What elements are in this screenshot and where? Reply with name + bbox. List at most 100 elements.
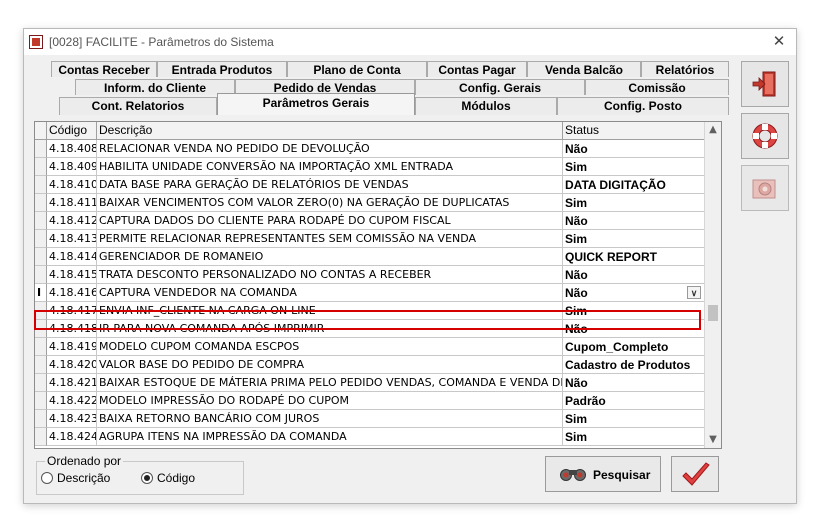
- table-row[interactable]: 4.18.422 MODELO IMPRESSÃO DO RODAPÉ DO CU…: [35, 392, 705, 410]
- cell-status[interactable]: Sim: [563, 410, 705, 428]
- cell-description[interactable]: GERENCIADOR DE ROMANEIO: [97, 248, 563, 266]
- cell-code[interactable]: 4.18.418: [47, 320, 97, 338]
- cell-code[interactable]: 4.18.422: [47, 392, 97, 410]
- cell-code[interactable]: 4.18.415: [47, 266, 97, 284]
- cell-status[interactable]: Sim: [563, 158, 705, 176]
- table-row[interactable]: 4.18.409 HABILITA UNIDADE CONVERSÃO NA IM…: [35, 158, 705, 176]
- table-row-selected[interactable]: I 4.18.416 CAPTURA VENDEDOR NA COMANDA Não ∨: [35, 284, 705, 302]
- parameters-grid[interactable]: Código Descrição Status 4.18.408 RELACION…: [34, 121, 722, 449]
- row-indicator[interactable]: [35, 356, 47, 374]
- cell-code[interactable]: 4.18.413: [47, 230, 97, 248]
- cell-description[interactable]: CAPTURA VENDEDOR NA COMANDA: [97, 284, 563, 302]
- row-indicator[interactable]: [35, 428, 47, 446]
- cell-description[interactable]: PERMITE RELACIONAR REPRESENTANTES SEM CO…: [97, 230, 563, 248]
- tab-config-gerais[interactable]: Config. Gerais: [415, 79, 585, 95]
- cell-description[interactable]: IR PARA NOVA COMANDA APÓS IMPRIMIR: [97, 320, 563, 338]
- grid-scrollbar[interactable]: ▲ ▼: [704, 122, 721, 448]
- cell-status[interactable]: Sim: [563, 230, 705, 248]
- row-indicator[interactable]: [35, 320, 47, 338]
- row-indicator[interactable]: [35, 230, 47, 248]
- row-indicator[interactable]: [35, 194, 47, 212]
- header-status[interactable]: Status: [563, 122, 705, 139]
- cell-description[interactable]: TRATA DESCONTO PERSONALIZADO NO CONTAS A…: [97, 266, 563, 284]
- cell-code[interactable]: 4.18.420: [47, 356, 97, 374]
- cell-status[interactable]: Cupom_Completo: [563, 338, 705, 356]
- cell-code[interactable]: 4.18.409: [47, 158, 97, 176]
- cell-code[interactable]: 4.18.419: [47, 338, 97, 356]
- tab-comissao[interactable]: Comissão: [585, 79, 729, 95]
- tab-modulos[interactable]: Módulos: [415, 97, 557, 115]
- cell-description[interactable]: VALOR BASE DO PEDIDO DE COMPRA: [97, 356, 563, 374]
- row-indicator[interactable]: [35, 176, 47, 194]
- cell-code[interactable]: 4.18.424: [47, 428, 97, 446]
- tab-inform-do-cliente[interactable]: Inform. do Cliente: [75, 79, 235, 95]
- radio-codigo[interactable]: [141, 472, 153, 484]
- tab-contas-receber[interactable]: Contas Receber: [51, 61, 157, 77]
- cell-description[interactable]: MODELO CUPOM COMANDA ESCPOS: [97, 338, 563, 356]
- cell-status[interactable]: Não: [563, 140, 705, 158]
- cell-status[interactable]: DATA DIGITAÇÃO: [563, 176, 705, 194]
- cell-code[interactable]: 4.18.410: [47, 176, 97, 194]
- scroll-thumb[interactable]: [708, 305, 718, 321]
- cell-description[interactable]: MODELO IMPRESSÃO DO RODAPÉ DO CUPOM: [97, 392, 563, 410]
- table-row[interactable]: 4.18.410 DATA BASE PARA GERAÇÃO DE RELATÓ…: [35, 176, 705, 194]
- search-button[interactable]: Pesquisar: [545, 456, 661, 492]
- cell-status[interactable]: Não: [563, 374, 705, 392]
- cell-description[interactable]: RELACIONAR VENDA NO PEDIDO DE DEVOLUÇÃO: [97, 140, 563, 158]
- tab-config-posto[interactable]: Config. Posto: [557, 97, 729, 115]
- cell-code[interactable]: 4.18.414: [47, 248, 97, 266]
- table-row[interactable]: 4.18.408 RELACIONAR VENDA NO PEDIDO DE DE…: [35, 140, 705, 158]
- cell-description[interactable]: BAIXAR VENCIMENTOS COM VALOR ZERO(0) NA …: [97, 194, 563, 212]
- help-button[interactable]: [741, 113, 789, 159]
- cell-code[interactable]: 4.18.423: [47, 410, 97, 428]
- radio-descricao[interactable]: [41, 472, 53, 484]
- row-indicator[interactable]: [35, 410, 47, 428]
- tab-venda-balcao[interactable]: Venda Balcão: [527, 61, 641, 77]
- cell-description[interactable]: BAIXAR ESTOQUE DE MÁTERIA PRIMA PELO PED…: [97, 374, 563, 392]
- table-row[interactable]: 4.18.414 GERENCIADOR DE ROMANEIO QUICK REP…: [35, 248, 705, 266]
- table-row[interactable]: 4.18.420 VALOR BASE DO PEDIDO DE COMPRA Ca…: [35, 356, 705, 374]
- cell-status[interactable]: Não: [563, 320, 705, 338]
- cell-description[interactable]: BAIXA RETORNO BANCÁRIO COM JUROS: [97, 410, 563, 428]
- row-indicator[interactable]: [35, 302, 47, 320]
- cell-description[interactable]: ENVIA INF_CLIENTE NA CARGA ON-LINE: [97, 302, 563, 320]
- cell-description[interactable]: HABILITA UNIDADE CONVERSÃO NA IMPORTAÇÃO…: [97, 158, 563, 176]
- radio-codigo-label[interactable]: Código: [157, 471, 195, 485]
- cell-status[interactable]: QUICK REPORT: [563, 248, 705, 266]
- table-row[interactable]: 4.18.419 MODELO CUPOM COMANDA ESCPOS Cupom…: [35, 338, 705, 356]
- row-indicator[interactable]: [35, 338, 47, 356]
- scroll-up-arrow[interactable]: ▲: [705, 122, 721, 138]
- cell-description[interactable]: DATA BASE PARA GERAÇÃO DE RELATÓRIOS DE …: [97, 176, 563, 194]
- row-indicator[interactable]: I: [35, 284, 47, 302]
- chevron-down-icon[interactable]: ∨: [687, 286, 701, 299]
- table-row[interactable]: 4.18.412 CAPTURA DADOS DO CLIENTE PARA RO…: [35, 212, 705, 230]
- cell-status[interactable]: Cadastro de Produtos: [563, 356, 705, 374]
- cell-status[interactable]: Sim: [563, 302, 705, 320]
- table-row[interactable]: 4.18.411 BAIXAR VENCIMENTOS COM VALOR ZER…: [35, 194, 705, 212]
- tab-plano-de-conta[interactable]: Plano de Conta: [287, 61, 427, 77]
- row-indicator[interactable]: [35, 266, 47, 284]
- tab-contas-pagar[interactable]: Contas Pagar: [427, 61, 527, 77]
- settings-button[interactable]: [741, 165, 789, 211]
- cell-status[interactable]: Sim: [563, 194, 705, 212]
- cell-status[interactable]: Não ∨: [563, 284, 705, 302]
- row-indicator[interactable]: [35, 158, 47, 176]
- header-code[interactable]: Código: [47, 122, 97, 139]
- cell-status[interactable]: Sim: [563, 428, 705, 446]
- cell-status[interactable]: Não: [563, 266, 705, 284]
- cell-code[interactable]: 4.18.408: [47, 140, 97, 158]
- row-indicator[interactable]: [35, 248, 47, 266]
- row-indicator[interactable]: [35, 140, 47, 158]
- table-row[interactable]: 4.18.413 PERMITE RELACIONAR REPRESENTANTE…: [35, 230, 705, 248]
- tab-cont-relatorios[interactable]: Cont. Relatorios: [59, 97, 217, 115]
- cell-code[interactable]: 4.18.417: [47, 302, 97, 320]
- row-indicator[interactable]: [35, 392, 47, 410]
- header-description[interactable]: Descrição: [97, 122, 563, 139]
- confirm-button[interactable]: [671, 456, 719, 492]
- cell-code[interactable]: 4.18.411: [47, 194, 97, 212]
- tab-relatorios[interactable]: Relatórios: [641, 61, 729, 77]
- cell-status[interactable]: Não: [563, 212, 705, 230]
- cell-status[interactable]: Padrão: [563, 392, 705, 410]
- cell-code[interactable]: 4.18.412: [47, 212, 97, 230]
- tab-parametros-gerais[interactable]: Parâmetros Gerais: [217, 93, 415, 115]
